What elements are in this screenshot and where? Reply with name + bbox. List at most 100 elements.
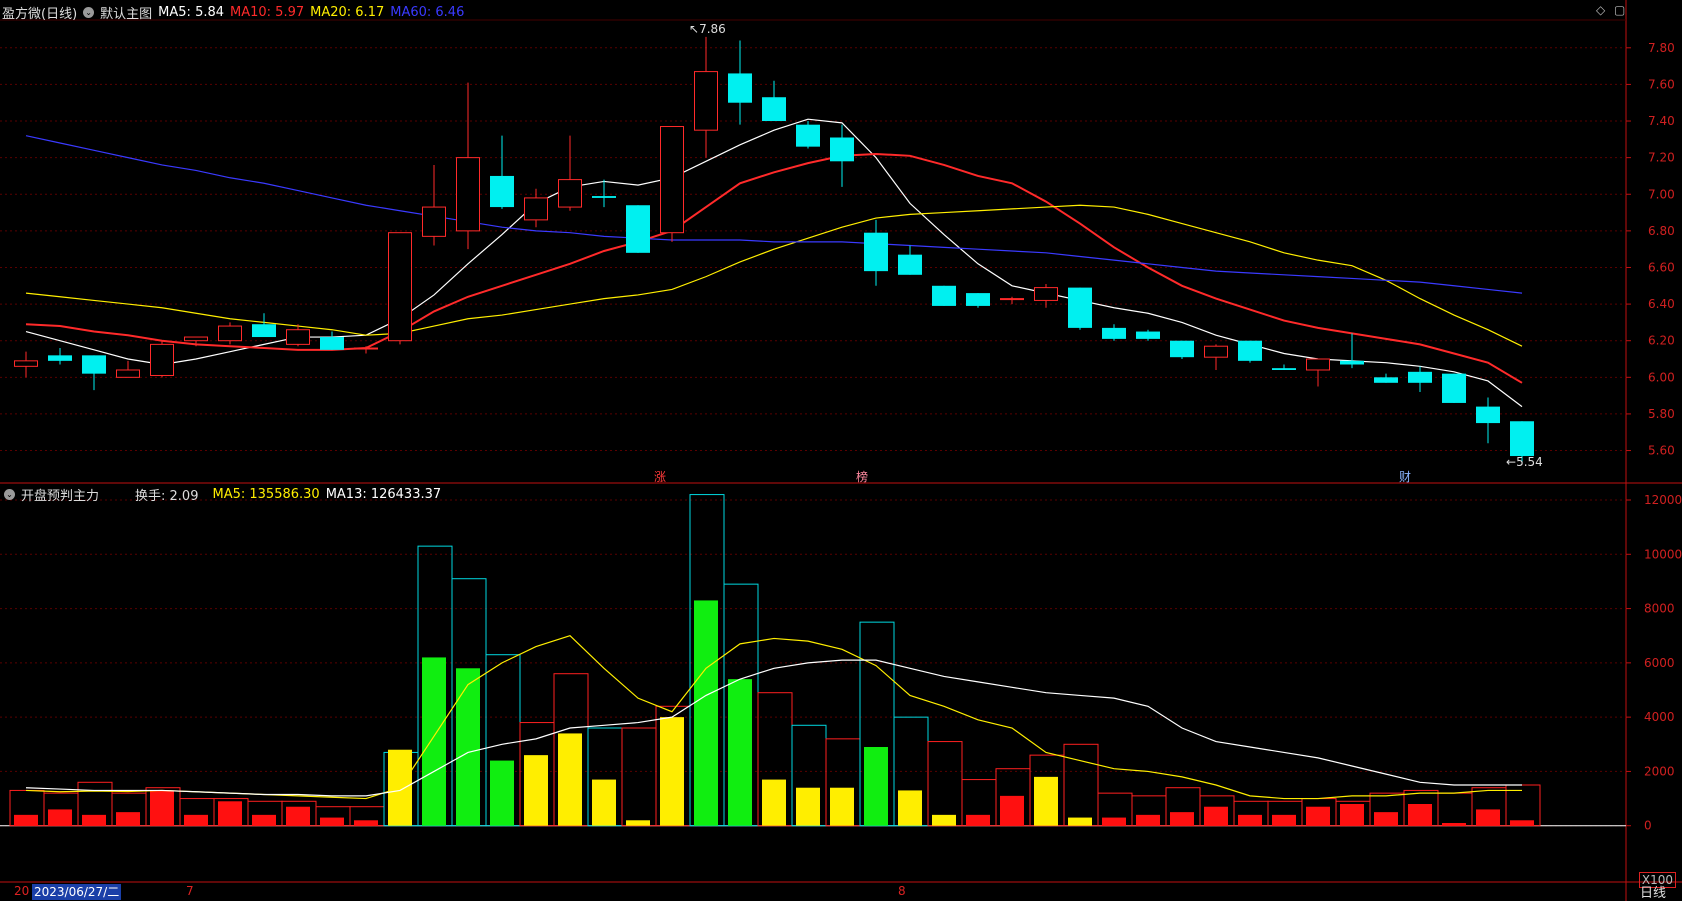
ma-line-ma10 (25, 152, 1523, 384)
volume-filled-bar (1136, 814, 1160, 826)
candle-body (1306, 358, 1330, 371)
window-icon[interactable]: ▢ (1614, 3, 1625, 17)
event-tag-list[interactable]: 榜 (856, 468, 868, 485)
vol-ma13-label: MA13: 126433.37 (325, 487, 442, 502)
event-tag-rise[interactable]: 涨 (654, 468, 666, 485)
volume-ma-line-ma13 (25, 659, 1522, 797)
ma-line-ma5 (25, 118, 1523, 408)
volume-filled-bar (184, 814, 208, 826)
candle-body (456, 157, 480, 232)
candle-body (1170, 340, 1194, 358)
volume-tick-label: 0 (1644, 819, 1652, 833)
volume-filled-bar (1170, 812, 1194, 826)
price-tick-label: 6.20 (1648, 334, 1675, 348)
volume-filled-bar (1442, 823, 1466, 826)
candle-body (82, 355, 106, 374)
high-value: 7.86 (699, 22, 726, 36)
candle-body (898, 254, 922, 275)
chevron-down-icon[interactable]: ⌄ (83, 7, 95, 18)
candle-body (1476, 406, 1500, 424)
candle-body (184, 336, 208, 342)
ma-line-ma60 (25, 135, 1523, 294)
volume-filled-bar (932, 814, 956, 826)
volume-outline-bar (1063, 743, 1099, 827)
ma10-label: MA10: 5.97 (230, 5, 305, 20)
price-ma-lines (25, 118, 1523, 408)
volume-filled-bar (320, 817, 344, 826)
candle-body (864, 232, 888, 272)
price-tick-label: 7.80 (1648, 41, 1675, 55)
price-grid (0, 47, 1626, 452)
candle-body (354, 347, 378, 350)
xaxis-left-label: 20 (14, 884, 30, 898)
volume-outline-bar (621, 727, 657, 827)
candle-body (626, 205, 650, 253)
stock-chart[interactable]: 7.80 7.60 7.40 7.20 7.00 6.80 6.60 6.40 6.20 6.00… (0, 0, 1682, 901)
ma20-label: MA20: 6.17 (310, 5, 385, 20)
volume-filled-bar (218, 801, 242, 826)
volume-tick-label: 12000 (1644, 493, 1682, 507)
xaxis-tick-aug: 8 (898, 884, 906, 898)
volume-filled-bar (1068, 817, 1092, 826)
candle-body (1034, 287, 1058, 301)
price-tick-label: 5.60 (1648, 444, 1675, 458)
volume-outline-bar (1505, 784, 1541, 827)
candle-body (320, 337, 344, 350)
volume-filled-bar (694, 600, 718, 826)
ma60-label: MA60: 6.46 (390, 5, 465, 20)
volume-filled-bar (1272, 814, 1296, 826)
volume-filled-bar (796, 787, 820, 826)
price-tick-label: 7.20 (1648, 151, 1675, 165)
volume-filled-bar (1034, 776, 1058, 826)
volume-filled-bar (150, 790, 174, 826)
chevron-down-icon[interactable]: ⌄ (4, 489, 15, 500)
volume-filled-bar (524, 755, 548, 826)
volume-filled-bar (252, 814, 276, 826)
candle-body (694, 71, 718, 131)
candle-body (966, 293, 990, 306)
indicator-header: ⌄ 开盘预判主力 换手: 2.09 MA5: 135586.30 MA13: 1… (4, 485, 441, 504)
candle-body (660, 126, 684, 234)
candle-body (1000, 298, 1024, 301)
volume-filled-bar (966, 814, 990, 826)
volume-filled-bar (592, 779, 616, 826)
volume-filled-bar (1238, 814, 1262, 826)
price-tick-label: 6.40 (1648, 297, 1675, 311)
main-header: 盈方微(日线) ⌄ 默认主图 MA5: 5.84 MA10: 5.97 MA20… (2, 3, 464, 22)
volume-filled-bar (830, 787, 854, 826)
price-tick-label: 7.60 (1648, 77, 1675, 91)
candle-body (422, 206, 446, 237)
volume-tick-label: 4000 (1644, 710, 1675, 724)
price-tick-label: 7.40 (1648, 114, 1675, 128)
volume-tick-label: 8000 (1644, 602, 1675, 616)
volume-filled-bar (116, 812, 140, 826)
candle-body (150, 343, 174, 376)
candle-body (252, 324, 276, 338)
volume-filled-bar (898, 790, 922, 826)
volume-filled-bar (286, 806, 310, 826)
candle-body (1408, 371, 1432, 383)
price-tick-label: 5.80 (1648, 407, 1675, 421)
template-label[interactable]: 默认主图 (100, 3, 152, 22)
period-label[interactable]: 日线 (1640, 882, 1666, 901)
volume-filled-bar (864, 747, 888, 826)
ma5-label: MA5: 5.84 (158, 5, 225, 20)
candle-body (1340, 360, 1364, 365)
volume-outline-bar (927, 741, 963, 827)
volume-filled-bar (762, 779, 786, 826)
volume-bars[interactable] (9, 494, 1541, 827)
candle-body (490, 175, 514, 208)
indicator-title[interactable]: 开盘预判主力 (21, 485, 99, 504)
volume-filled-bar (1102, 817, 1126, 826)
candle-body (830, 137, 854, 162)
diamond-icon[interactable]: ◇ (1596, 3, 1605, 17)
volume-filled-bar (14, 814, 38, 826)
candle-body (796, 124, 820, 147)
price-tick-label: 7.00 (1648, 187, 1675, 201)
candle-body (218, 325, 242, 342)
volume-filled-bar (422, 657, 446, 826)
price-tick-label: 6.60 (1648, 260, 1675, 274)
volume-filled-bar (354, 820, 378, 826)
event-tag-finance[interactable]: 财 (1399, 468, 1411, 485)
price-tick-label: 6.00 (1648, 370, 1675, 384)
